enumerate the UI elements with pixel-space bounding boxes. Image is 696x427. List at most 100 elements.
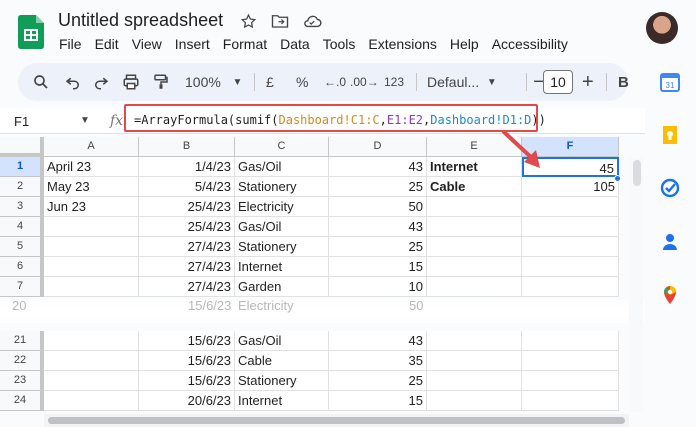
chevron-down-icon[interactable]: ▼	[80, 115, 90, 126]
cell-d[interactable]: 35	[329, 351, 427, 371]
tasks-icon[interactable]	[660, 178, 680, 198]
keep-icon[interactable]	[660, 125, 680, 145]
menu-help[interactable]: Help	[450, 36, 479, 52]
cell-e[interactable]: Cable	[427, 177, 522, 197]
paint-format-icon[interactable]	[152, 72, 170, 92]
vertical-scrollbar[interactable]	[629, 157, 643, 412]
row-header[interactable]: 1	[0, 157, 44, 177]
cell-a[interactable]	[44, 277, 139, 297]
cell-a[interactable]	[44, 257, 139, 277]
cell-e[interactable]	[427, 257, 522, 277]
cell-e[interactable]	[427, 197, 522, 217]
cell-f[interactable]	[522, 197, 619, 217]
cell-b[interactable]: 25/4/23	[139, 217, 235, 237]
font-size-input[interactable]: 10	[543, 70, 573, 94]
row-header[interactable]: 3	[0, 197, 44, 217]
cell-d[interactable]: 43	[329, 217, 427, 237]
avatar[interactable]	[646, 12, 678, 44]
search-menus-icon[interactable]	[32, 72, 50, 92]
cell-d[interactable]: 25	[329, 237, 427, 257]
menu-accessibility[interactable]: Accessibility	[492, 36, 568, 52]
more-formats-button[interactable]: 123	[384, 72, 404, 92]
cell-a[interactable]	[44, 371, 139, 391]
cell-c[interactable]: Gas/Oil	[235, 331, 329, 351]
cell-f[interactable]	[522, 237, 619, 257]
increase-decimal-button[interactable]: .00 →	[350, 72, 379, 92]
fill-handle[interactable]	[614, 175, 621, 182]
cell-f[interactable]	[522, 391, 619, 411]
cell-c[interactable]: Internet	[235, 391, 329, 411]
name-box[interactable]: F1	[14, 114, 29, 129]
cell-d[interactable]: 15	[329, 391, 427, 411]
print-icon[interactable]	[122, 72, 140, 92]
menu-data[interactable]: Data	[280, 36, 310, 52]
percent-format-button[interactable]: %	[296, 72, 308, 92]
cell-e[interactable]	[427, 331, 522, 351]
maps-icon[interactable]	[660, 285, 680, 305]
cell-c[interactable]: Garden	[235, 277, 329, 297]
cell-f[interactable]	[522, 371, 619, 391]
cell-b[interactable]: 15/6/23	[139, 331, 235, 351]
star-icon[interactable]	[238, 11, 258, 31]
cell-d[interactable]: 10	[329, 277, 427, 297]
cell-d[interactable]: 15	[329, 257, 427, 277]
menu-extensions[interactable]: Extensions	[368, 36, 436, 52]
zoom-select[interactable]: 100% ▼	[185, 72, 242, 92]
horizontal-scroll-thumb[interactable]	[48, 417, 625, 424]
vertical-scroll-thumb[interactable]	[633, 160, 641, 186]
cell-b[interactable]: 27/4/23	[139, 257, 235, 277]
select-all-corner[interactable]	[0, 137, 44, 157]
cell-d[interactable]: 43	[329, 157, 427, 177]
undo-icon[interactable]	[64, 72, 82, 92]
row-header[interactable]: 21	[0, 331, 44, 351]
menu-format[interactable]: Format	[223, 36, 267, 52]
increase-font-size-icon[interactable]: +	[582, 71, 594, 93]
cell-b[interactable]: 20/6/23	[139, 391, 235, 411]
currency-format-button[interactable]: £	[266, 72, 274, 92]
cell-a[interactable]: April 23	[44, 157, 139, 177]
cell-f[interactable]	[522, 277, 619, 297]
row-header[interactable]: 2	[0, 177, 44, 197]
cell-e[interactable]	[427, 351, 522, 371]
cell-a[interactable]	[44, 217, 139, 237]
cell-b[interactable]: 25/4/23	[139, 197, 235, 217]
cell-d[interactable]: 43	[329, 331, 427, 351]
row-header[interactable]: 23	[0, 371, 44, 391]
decrease-decimal-button[interactable]: ← .0	[324, 72, 346, 92]
row-header[interactable]: 7	[0, 277, 44, 297]
row-header[interactable]: 5	[0, 237, 44, 257]
cell-e[interactable]	[427, 237, 522, 257]
cell-d[interactable]: 25	[329, 371, 427, 391]
move-folder-icon[interactable]	[270, 11, 290, 31]
menu-tools[interactable]: Tools	[323, 36, 356, 52]
cloud-status-icon[interactable]	[302, 11, 322, 31]
cell-b[interactable]: 27/4/23	[139, 237, 235, 257]
bold-button[interactable]: B	[618, 72, 629, 92]
cell-d[interactable]: 25	[329, 177, 427, 197]
cell-a[interactable]: May 23	[44, 177, 139, 197]
redo-icon[interactable]	[92, 72, 110, 92]
column-header-b[interactable]: B	[139, 137, 235, 157]
row-header[interactable]: 22	[0, 351, 44, 371]
cell-e[interactable]	[427, 277, 522, 297]
cell-f[interactable]: 105	[522, 177, 619, 197]
menu-insert[interactable]: Insert	[175, 36, 210, 52]
cell-c[interactable]: Cable	[235, 351, 329, 371]
cell-b[interactable]: 1/4/23	[139, 157, 235, 177]
cell-c[interactable]: Electricity	[235, 197, 329, 217]
cell-a[interactable]	[44, 237, 139, 257]
cell-b[interactable]: 5/4/23	[139, 177, 235, 197]
cell-b[interactable]: 27/4/23	[139, 277, 235, 297]
contacts-icon[interactable]	[660, 232, 680, 252]
cell-c[interactable]: Stationery	[235, 237, 329, 257]
cell-b[interactable]: 15/6/23	[139, 351, 235, 371]
cell-a[interactable]	[44, 391, 139, 411]
row-header[interactable]: 24	[0, 391, 44, 411]
cell-c[interactable]: Internet	[235, 257, 329, 277]
calendar-icon[interactable]: 31	[660, 72, 680, 92]
cell-a[interactable]	[44, 331, 139, 351]
cell-d[interactable]: 50	[329, 197, 427, 217]
cell-f[interactable]	[522, 331, 619, 351]
cell-b[interactable]: 15/6/23	[139, 371, 235, 391]
cell-c[interactable]: Stationery	[235, 371, 329, 391]
